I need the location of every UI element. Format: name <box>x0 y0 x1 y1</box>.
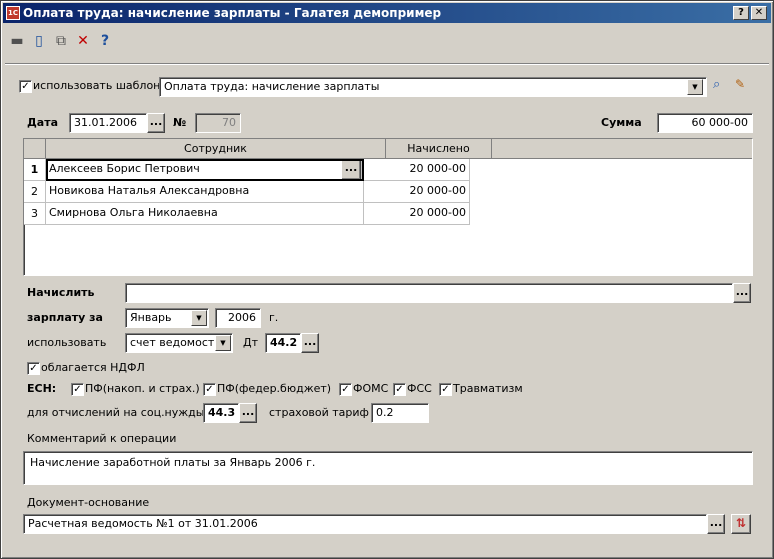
comment-label: Комментарий к операции <box>27 432 177 445</box>
use-template-checkbox[interactable]: ✓ <box>19 80 32 93</box>
esn-foms-checkbox[interactable]: ✓ <box>339 383 352 396</box>
tariff-label: страховой тариф <box>269 406 369 419</box>
month-dropdown-arrow[interactable]: ▼ <box>191 310 207 326</box>
esn-fss-checkbox[interactable]: ✓ <box>393 383 406 396</box>
row-number: 3 <box>24 203 46 225</box>
date-picker-button[interactable]: ... <box>147 113 165 133</box>
save-icon[interactable]: ▬ <box>7 31 27 51</box>
close-button[interactable]: ✕ <box>751 6 767 20</box>
active-cell-frame <box>46 159 364 181</box>
accrue-label: Начислить <box>27 286 95 299</box>
esn-pf-savings-label: ПФ(накоп. и страх.) <box>85 382 200 395</box>
separator <box>5 63 769 65</box>
use-label: использовать <box>27 336 107 349</box>
year-suffix: г. <box>269 311 279 324</box>
esn-foms-label: ФОМС <box>353 382 389 395</box>
basis-select-button[interactable]: ... <box>707 514 725 534</box>
table-cell-amount[interactable]: 20 000-00 <box>364 203 470 225</box>
esn-pf-federal-label: ПФ(федер.бюджет) <box>217 382 332 395</box>
year-field[interactable]: 2006 <box>215 308 261 328</box>
open-basis-document-icon[interactable]: ⇅ <box>731 514 751 534</box>
social-label: для отчислений на соц.нужды <box>27 406 205 419</box>
edit-template-icon[interactable]: ✎ <box>735 77 751 93</box>
row-number: 2 <box>24 181 46 203</box>
salary-for-label: зарплату за <box>27 311 103 324</box>
ndfl-checkbox[interactable]: ✓ <box>27 362 40 375</box>
comment-textarea[interactable]: Начисление заработной платы за Январь 20… <box>23 451 753 485</box>
help-icon[interactable]: ? <box>95 31 115 51</box>
search-template-icon[interactable]: ⌕ <box>713 77 729 93</box>
accrue-field[interactable] <box>125 283 733 303</box>
title-bar: 1C Оплата труда: начисление зарплаты - Г… <box>3 3 771 23</box>
sum-field[interactable]: 60 000-00 <box>657 113 753 133</box>
esn-injury-label: Травматизм <box>453 382 523 395</box>
esn-fss-label: ФСС <box>407 382 432 395</box>
table-cell-employee[interactable]: Смирнова Ольга Николаевна <box>46 203 364 225</box>
window-title: Оплата труда: начисление зарплаты - Гала… <box>23 6 442 20</box>
basis-label: Документ-основание <box>27 496 150 509</box>
copy-icon[interactable]: ⧉ <box>51 31 71 51</box>
table-cell-amount[interactable]: 20 000-00 <box>364 181 470 203</box>
sum-label: Сумма <box>601 116 642 129</box>
template-select[interactable]: Оплата труда: начисление зарплаты <box>159 77 707 97</box>
date-label: Дата <box>27 116 59 129</box>
table-cell-amount[interactable]: 20 000-00 <box>364 159 470 181</box>
accrue-select-button[interactable]: ... <box>733 283 751 303</box>
basis-document-field[interactable]: Расчетная ведомость №1 от 31.01.2006 <box>23 514 707 534</box>
column-header-amount[interactable]: Начислено <box>386 139 492 159</box>
social-select-button[interactable]: ... <box>239 403 257 423</box>
date-field[interactable]: 31.01.2006 <box>69 113 147 133</box>
ndfl-label: облагается НДФЛ <box>41 361 145 374</box>
template-dropdown-arrow[interactable]: ▼ <box>687 79 703 95</box>
help-title-button[interactable]: ? <box>733 6 749 20</box>
social-account-field[interactable]: 44.3 <box>203 403 239 423</box>
dt-select-button[interactable]: ... <box>301 333 319 353</box>
use-dropdown-arrow[interactable]: ▼ <box>215 335 231 351</box>
dt-account-field[interactable]: 44.2 <box>265 333 301 353</box>
employees-table: Сотрудник Начислено 1 Алексеев Борис Пет… <box>23 138 753 276</box>
number-label: № <box>173 116 187 129</box>
esn-pf-federal-checkbox[interactable]: ✓ <box>203 383 216 396</box>
number-field: 70 <box>195 113 241 133</box>
tariff-field[interactable]: 0.2 <box>371 403 429 423</box>
esn-pf-savings-checkbox[interactable]: ✓ <box>71 383 84 396</box>
delete-icon[interactable]: ✕ <box>73 31 93 51</box>
column-header-employee[interactable]: Сотрудник <box>46 139 386 159</box>
esn-label: ЕСН: <box>27 382 57 395</box>
app-icon: 1C <box>6 6 20 20</box>
esn-injury-checkbox[interactable]: ✓ <box>439 383 452 396</box>
row-number: 1 <box>24 159 46 181</box>
document-window: 1C Оплата труда: начисление зарплаты - Г… <box>0 0 774 559</box>
table-corner <box>24 139 46 159</box>
new-document-icon[interactable]: ▯ <box>29 31 49 51</box>
use-template-label: использовать шаблон <box>33 79 161 92</box>
dt-label: Дт <box>243 336 259 349</box>
column-header-empty <box>492 139 752 159</box>
table-cell-employee[interactable]: Новикова Наталья Александровна <box>46 181 364 203</box>
